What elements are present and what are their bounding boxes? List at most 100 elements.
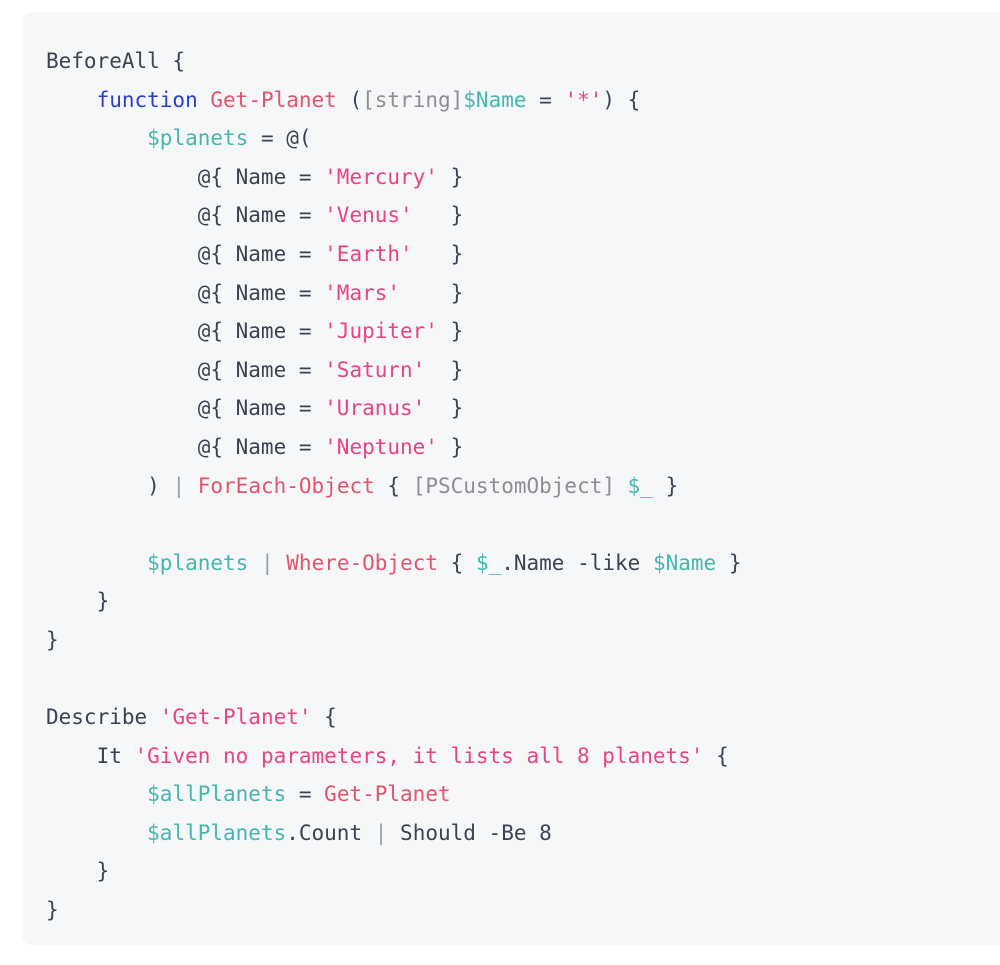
code-token: }: [437, 434, 464, 459]
code-token: 'Venus': [324, 203, 413, 228]
code-token: [string]: [362, 87, 464, 112]
code-token: }: [425, 357, 464, 382]
code-line: @{ Name = 'Jupiter' }: [22, 312, 1000, 351]
code-token: Get-Planet: [210, 87, 337, 112]
code-token: }: [652, 473, 679, 498]
code-token: |: [172, 473, 186, 498]
code-token: 'Jupiter': [324, 319, 438, 344]
code-token: =: [526, 87, 565, 112]
code-line: }: [22, 582, 1000, 621]
code-token: @{ Name =: [46, 396, 325, 421]
code-token: (: [336, 87, 363, 112]
code-token: Get-Planet: [324, 782, 451, 807]
code-token: @{ Name =: [46, 434, 325, 459]
code-token: {: [374, 473, 413, 498]
code-token: @{ Name =: [46, 203, 325, 228]
code-token: [PSCustomObject]: [412, 473, 615, 498]
code-line: @{ Name = 'Mars' }: [22, 274, 1000, 313]
code-token: 'Saturn': [324, 357, 426, 382]
code-token: ): [46, 473, 173, 498]
code-token: It: [46, 743, 135, 768]
code-token: ForEach-Object: [197, 473, 375, 498]
code-token: }: [425, 396, 464, 421]
code-token: $_: [475, 550, 502, 575]
code-line: It 'Given no parameters, it lists all 8 …: [22, 737, 1000, 776]
code-line: $allPlanets = Get-Planet: [22, 775, 1000, 814]
code-token: Where-Object: [286, 550, 438, 575]
code-token: function: [96, 87, 198, 112]
code-token: @{ Name =: [46, 241, 325, 266]
code-token: }: [46, 898, 59, 923]
code-token: Describe: [46, 705, 160, 730]
code-token: $_: [627, 473, 653, 498]
code-token: }: [716, 550, 742, 575]
code-token: 'Uranus': [324, 396, 426, 421]
code-token: {: [703, 743, 729, 768]
code-token: 'Neptune': [324, 434, 438, 459]
code-line: @{ Name = 'Uranus' }: [22, 389, 1000, 428]
code-line: @{ Name = 'Earth' }: [22, 235, 1000, 274]
code-token: }: [46, 627, 59, 652]
code-line: }: [22, 852, 1000, 891]
code-line: function Get-Planet ([string]$Name = '*'…: [22, 81, 1000, 120]
code-token: $allPlanets: [147, 820, 287, 845]
code-token: @{ Name =: [46, 319, 325, 344]
code-line: $allPlanets.Count | Should -Be 8: [22, 814, 1000, 853]
code-token: |: [374, 820, 388, 845]
code-token: .Name -like: [501, 550, 653, 575]
code-token: }: [400, 280, 464, 305]
code-token: $Name: [463, 87, 527, 112]
code-token: @{ Name =: [46, 280, 325, 305]
code-line: @{ Name = 'Neptune' }: [22, 428, 1000, 467]
code-token: 'Mars': [324, 280, 401, 305]
code-token: $planets: [147, 550, 249, 575]
code-token: = @(: [248, 126, 312, 151]
code-line: @{ Name = 'Venus' }: [22, 196, 1000, 235]
code-token: {: [438, 550, 476, 575]
code-token: $Name: [652, 550, 717, 575]
code-token: |: [260, 550, 274, 575]
code-line: $planets = @(: [22, 119, 1000, 158]
code-token: @{ Name =: [46, 357, 325, 382]
code-token: .Count: [286, 820, 375, 845]
code-block-panel: BeforeAll { function Get-Planet ([string…: [22, 12, 1000, 945]
code-token: =: [286, 782, 325, 807]
code-line: @{ Name = 'Mercury' }: [22, 158, 1000, 197]
code-token: 'Mercury': [324, 164, 438, 189]
code-token: 'Get-Planet': [159, 705, 312, 730]
code-token: ) {: [602, 87, 641, 112]
code-line: Describe 'Get-Planet' {: [22, 698, 1000, 737]
code-line: BeforeAll {: [22, 42, 1000, 81]
code-line: @{ Name = 'Saturn' }: [22, 351, 1000, 390]
code-token: }: [412, 241, 464, 266]
code-token: }: [437, 319, 464, 344]
code-listing[interactable]: BeforeAll { function Get-Planet ([string…: [22, 42, 1000, 930]
code-token: 8: [539, 820, 552, 845]
code-token: {: [311, 705, 337, 730]
code-line: $planets | Where-Object { $_.Name -like …: [22, 544, 1000, 583]
code-token: }: [46, 589, 110, 614]
code-token: }: [437, 164, 464, 189]
code-line: }: [22, 891, 1000, 930]
code-token: 'Given no parameters, it lists all 8 pla…: [134, 743, 704, 768]
code-token: }: [46, 859, 110, 884]
code-token: 'Earth': [324, 241, 413, 266]
code-token: $planets: [147, 126, 249, 151]
code-token: '*': [564, 87, 603, 112]
code-token: Should -Be: [387, 820, 540, 845]
code-line: }: [22, 621, 1000, 660]
code-token: }: [412, 203, 464, 228]
code-token: @{ Name =: [46, 164, 325, 189]
code-line: ) | ForEach-Object { [PSCustomObject] $_…: [22, 467, 1000, 506]
